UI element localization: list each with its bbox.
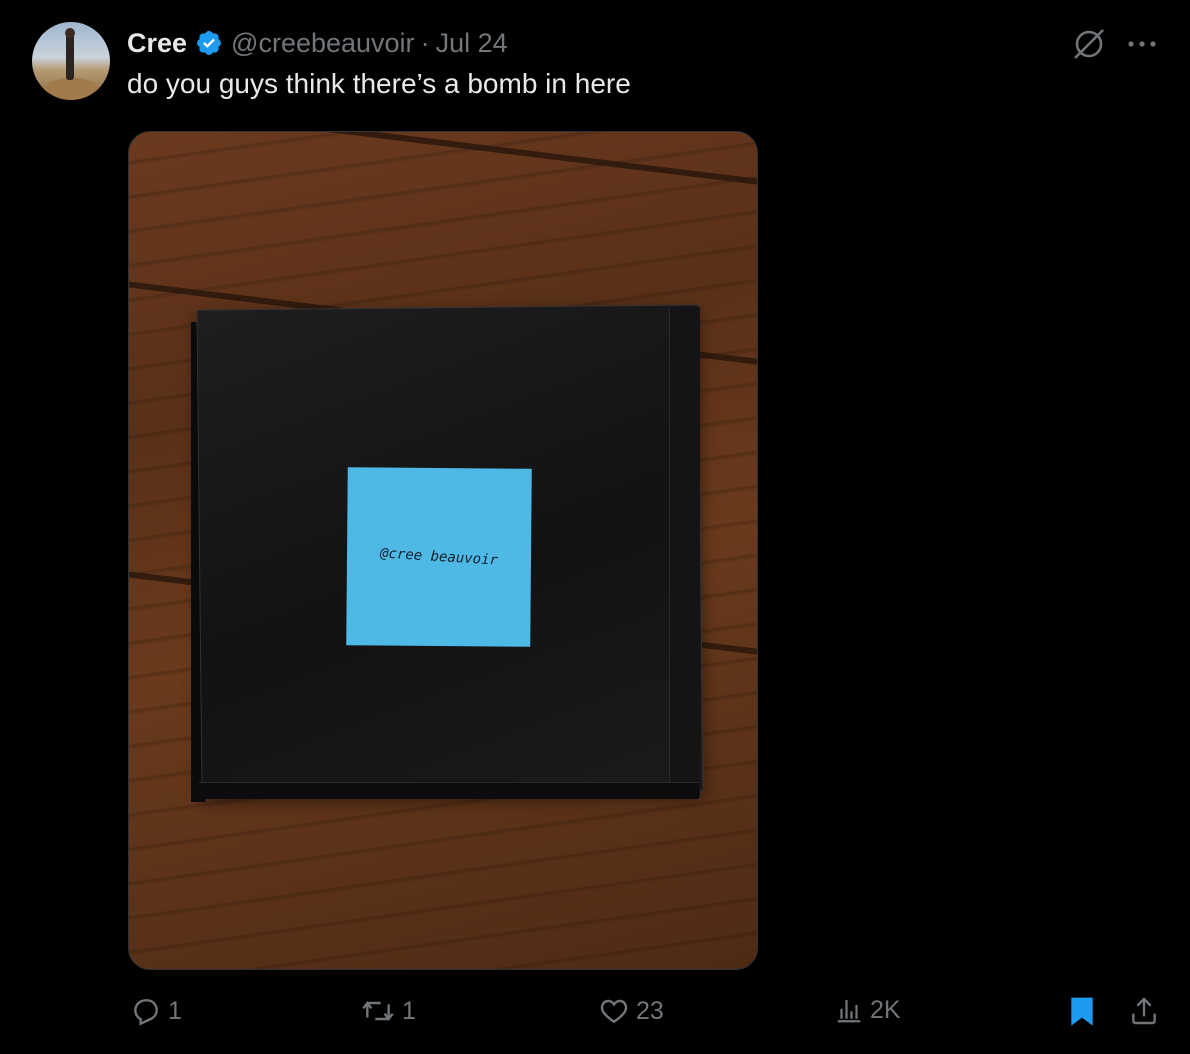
views-icon	[834, 995, 864, 1025]
author-name[interactable]: Cree	[127, 28, 187, 59]
table-plank-gap	[129, 132, 757, 191]
reply-icon	[130, 995, 162, 1027]
tweet-header: Cree @creebeauvoir · Jul 24	[127, 25, 508, 61]
reply-count: 1	[168, 996, 182, 1025]
avatar[interactable]	[32, 22, 110, 100]
heart-icon	[598, 995, 630, 1027]
tweet-top-actions	[1070, 25, 1158, 63]
avatar-figure	[66, 34, 74, 80]
tweet-date[interactable]: Jul 24	[436, 28, 508, 59]
share-icon	[1128, 995, 1160, 1027]
avatar-head	[65, 28, 75, 38]
avatar-rock	[42, 78, 102, 100]
box-bottom-edge	[199, 782, 699, 799]
sticky-note: @cree beauvoir	[346, 467, 532, 647]
tweet-media-photo[interactable]: @cree beauvoir	[128, 131, 758, 970]
bookmark-icon	[1068, 995, 1096, 1027]
views-button[interactable]: 2K	[834, 995, 901, 1025]
repost-count: 1	[402, 996, 416, 1025]
like-count: 23	[636, 996, 664, 1025]
bookmark-button[interactable]	[1068, 995, 1096, 1027]
reply-button[interactable]: 1	[130, 995, 182, 1027]
sticky-note-text: @cree beauvoir	[379, 545, 499, 569]
header-separator: ·	[420, 27, 430, 58]
view-count: 2K	[870, 995, 901, 1024]
like-button[interactable]: 23	[598, 995, 664, 1027]
more-icon[interactable]	[1126, 39, 1158, 49]
grok-icon[interactable]	[1070, 25, 1108, 63]
box-right-edge	[669, 307, 700, 797]
author-handle[interactable]: @creebeauvoir	[231, 28, 415, 59]
tweet-actions-bar: 1 1 23 2K	[0, 995, 1190, 1035]
repost-button[interactable]: 1	[360, 995, 416, 1027]
repost-icon	[360, 995, 396, 1027]
verified-badge-icon	[195, 29, 223, 57]
tweet-text: do you guys think there’s a bomb in here	[127, 68, 631, 99]
share-button[interactable]	[1128, 995, 1160, 1027]
